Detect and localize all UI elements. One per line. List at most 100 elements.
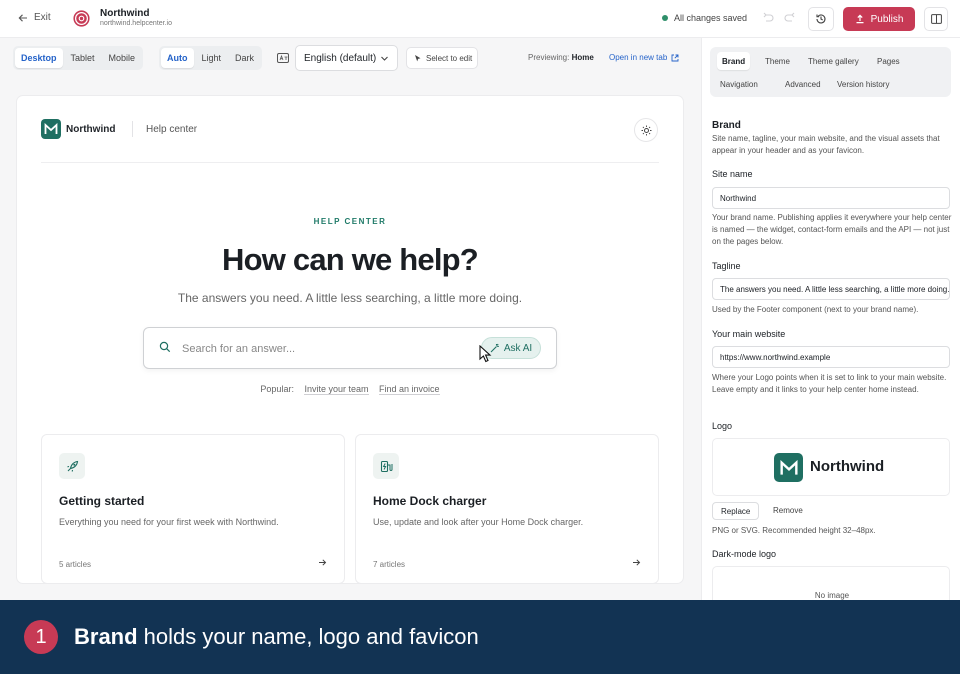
tab-theme[interactable]: Theme bbox=[760, 52, 795, 70]
device-tablet[interactable]: Tablet bbox=[65, 48, 101, 68]
theme-light[interactable]: Light bbox=[196, 48, 228, 68]
card-description: Everything you need for your first week … bbox=[59, 517, 279, 527]
pointer-icon bbox=[415, 54, 421, 61]
card-description: Use, update and look after your Home Doc… bbox=[373, 517, 584, 527]
undo-icon bbox=[763, 12, 774, 22]
popular-link-invite[interactable]: Invite your team bbox=[304, 384, 369, 395]
language-icon bbox=[277, 53, 289, 63]
site-name-field[interactable]: Northwind bbox=[712, 187, 950, 209]
popular-label: Popular: bbox=[260, 384, 294, 394]
popular-link-invoice[interactable]: Find an invoice bbox=[379, 384, 440, 395]
logo-help: PNG or SVG. Recommended height 32–48px. bbox=[712, 526, 876, 535]
publish-label: Publish bbox=[870, 13, 904, 25]
redo-button[interactable] bbox=[782, 10, 798, 26]
toggle-panel-button[interactable] bbox=[924, 7, 948, 31]
ev-charger-icon bbox=[373, 453, 399, 479]
redo-icon bbox=[784, 12, 795, 22]
exit-button[interactable]: Exit bbox=[18, 12, 51, 23]
device-mobile[interactable]: Mobile bbox=[103, 48, 142, 68]
caption-bold: Brand bbox=[74, 624, 138, 649]
hero-search-input[interactable]: Search for an answer... Ask AI bbox=[143, 327, 557, 369]
ask-ai-label: Ask AI bbox=[503, 342, 533, 354]
status-dot-icon bbox=[662, 15, 668, 21]
category-card[interactable]: Home Dock charger Use, update and look a… bbox=[355, 434, 659, 583]
select-to-edit-button[interactable]: Select to edit bbox=[406, 47, 478, 69]
search-placeholder: Search for an answer... bbox=[182, 343, 296, 355]
tab-version-history[interactable]: Version history bbox=[832, 75, 894, 93]
history-icon bbox=[816, 14, 826, 24]
language-value: English (default) bbox=[304, 52, 377, 64]
site-preview: Northwind Help center HELP CENTER How ca… bbox=[17, 96, 683, 583]
help-center-link[interactable]: Help center bbox=[146, 124, 197, 135]
settings-tabs: Brand Theme Theme gallery Pages Navigati… bbox=[710, 47, 951, 97]
website-field[interactable]: https://www.northwind.example bbox=[712, 346, 950, 368]
sun-icon bbox=[641, 125, 651, 135]
undo-button[interactable] bbox=[760, 10, 776, 26]
brand-logo-icon bbox=[774, 453, 803, 482]
tab-theme-gallery[interactable]: Theme gallery bbox=[803, 52, 864, 70]
theme-toggle-button[interactable] bbox=[634, 118, 658, 142]
publish-button[interactable]: Publish bbox=[843, 7, 915, 31]
rocket-icon bbox=[59, 453, 85, 479]
website-label: Your main website bbox=[712, 329, 786, 339]
section-title: Brand bbox=[712, 120, 741, 131]
preview-header: Northwind Help center bbox=[41, 96, 659, 163]
device-desktop[interactable]: Desktop bbox=[15, 48, 63, 68]
open-new-tab-label: Open in new tab bbox=[609, 53, 668, 62]
category-card[interactable]: Getting started Everything you need for … bbox=[41, 434, 345, 583]
caption-rest: holds your name, logo and favicon bbox=[137, 624, 479, 649]
mouse-cursor-icon bbox=[479, 345, 492, 363]
card-title: Getting started bbox=[59, 494, 145, 508]
dark-logo-empty: No image bbox=[814, 591, 850, 600]
logo-preview: Northwind bbox=[712, 438, 950, 496]
card-title: Home Dock charger bbox=[373, 494, 487, 508]
external-link-icon bbox=[671, 54, 679, 61]
caption-text: Brand holds your name, logo and favicon bbox=[74, 624, 479, 650]
section-description: Site name, tagline, your main website, a… bbox=[712, 134, 940, 155]
site-name-label: Site name bbox=[712, 169, 753, 179]
preview-brand-name[interactable]: Northwind bbox=[66, 124, 115, 135]
search-icon bbox=[159, 341, 171, 353]
dark-logo-label: Dark-mode logo bbox=[712, 549, 777, 559]
tab-pages[interactable]: Pages bbox=[872, 52, 905, 70]
exit-label: Exit bbox=[34, 12, 51, 23]
theme-dark[interactable]: Dark bbox=[229, 48, 260, 68]
previewing-indicator: Previewing: Home bbox=[528, 53, 594, 62]
save-status-label: All changes saved bbox=[674, 13, 748, 23]
tab-navigation[interactable]: Navigation bbox=[715, 75, 763, 93]
arrow-right-icon bbox=[319, 559, 327, 566]
hero-subtitle: The answers you need. A little less sear… bbox=[177, 291, 523, 305]
site-name-help: Your brand name. Publishing applies it e… bbox=[712, 213, 952, 246]
tagline-label: Tagline bbox=[712, 261, 741, 271]
arrow-right-icon bbox=[633, 559, 641, 566]
remove-logo-button[interactable]: Remove bbox=[773, 506, 803, 515]
tutorial-caption: 1 Brand holds your name, logo and favico… bbox=[0, 600, 960, 674]
logo-label: Logo bbox=[712, 421, 733, 431]
lifebuoy-icon bbox=[73, 10, 90, 27]
device-switcher: Desktop Tablet Mobile bbox=[13, 46, 144, 70]
previewing-page: Home bbox=[571, 53, 594, 62]
top-bar: Exit Northwind northwind.helpcenter.io A… bbox=[0, 0, 960, 38]
theme-switcher: Auto Light Dark bbox=[159, 46, 263, 70]
columns-icon bbox=[930, 14, 942, 24]
language-select[interactable]: English (default) bbox=[295, 45, 398, 71]
replace-logo-button[interactable]: Replace bbox=[712, 502, 760, 520]
settings-panel: Brand Theme Theme gallery Pages Navigati… bbox=[701, 38, 960, 606]
header-divider bbox=[132, 121, 133, 137]
card-article-count: 5 articles bbox=[59, 560, 92, 569]
site-name: Northwind bbox=[100, 8, 150, 19]
step-number: 1 bbox=[24, 620, 58, 654]
hero-title: How can we help? bbox=[222, 242, 479, 277]
site-url: northwind.helpcenter.io bbox=[100, 20, 172, 27]
theme-auto[interactable]: Auto bbox=[161, 48, 194, 68]
select-to-edit-label: Select to edit bbox=[426, 53, 473, 63]
chevron-down-icon bbox=[381, 56, 388, 61]
save-status: All changes saved bbox=[662, 13, 747, 23]
arrow-left-icon bbox=[18, 13, 27, 22]
previewing-label: Previewing: bbox=[528, 53, 570, 62]
tagline-field[interactable]: The answers you need. A little less sear… bbox=[712, 278, 950, 300]
open-new-tab-link[interactable]: Open in new tab bbox=[609, 53, 679, 62]
tab-advanced[interactable]: Advanced bbox=[780, 75, 826, 93]
history-button[interactable] bbox=[808, 7, 834, 31]
tab-brand[interactable]: Brand bbox=[717, 52, 751, 70]
